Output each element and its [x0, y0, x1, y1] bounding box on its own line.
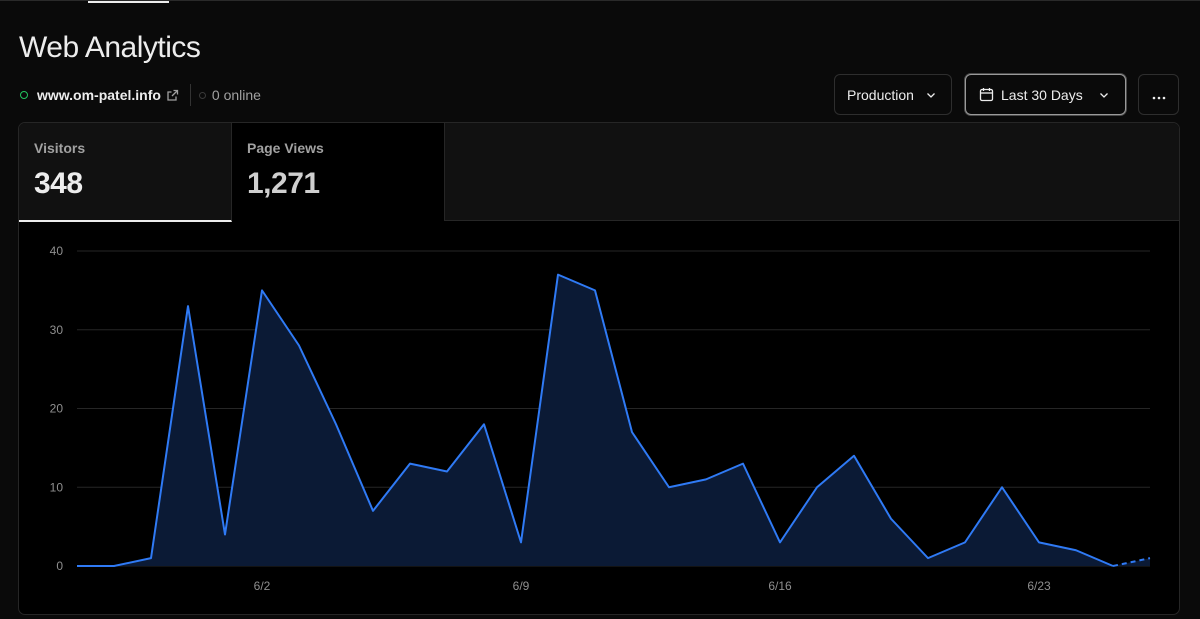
site-status-icon	[20, 91, 28, 99]
chevron-down-icon	[925, 88, 937, 104]
divider	[189, 84, 191, 106]
online-count: 0 online	[211, 87, 261, 103]
environment-select[interactable]: Production	[834, 74, 952, 115]
analytics-panel: Visitors 348 Page Views 1,271 0 10 20 30 40 6…	[18, 122, 1180, 615]
environment-label: Production	[847, 86, 914, 103]
date-range-label: Last 30 Days	[1001, 86, 1083, 103]
calendar-icon	[979, 87, 994, 102]
y-tick-label: 10	[50, 480, 64, 494]
active-nav-tab-indicator	[88, 1, 169, 3]
x-tick-label: 6/2	[254, 579, 271, 593]
x-tick-label: 6/23	[1027, 579, 1051, 593]
x-tick-label: 6/9	[513, 579, 530, 593]
area-fill	[77, 274, 1150, 566]
visitors-chart: 0 10 20 30 40 6/2 6/9 6/16 6/23	[19, 123, 1179, 614]
y-tick-label: 20	[50, 402, 64, 416]
x-tick-label: 6/16	[768, 579, 792, 593]
web-analytics-page: Web Analytics www.om-patel.info 0 online…	[0, 0, 1200, 619]
site-info-row: www.om-patel.info 0 online	[20, 84, 261, 106]
chart-svg: 0 10 20 30 40 6/2 6/9 6/16 6/23	[50, 244, 1151, 593]
site-link[interactable]: www.om-patel.info	[37, 87, 161, 103]
date-range-select[interactable]: Last 30 Days	[965, 74, 1126, 115]
more-options-button[interactable]	[1138, 74, 1179, 115]
more-horizontal-icon	[1152, 87, 1166, 103]
y-tick-label: 40	[50, 244, 64, 258]
chevron-down-icon	[1098, 88, 1110, 104]
external-link-icon[interactable]	[166, 89, 179, 102]
y-tick-label: 0	[56, 559, 63, 573]
y-tick-label: 30	[50, 323, 64, 337]
page-title: Web Analytics	[19, 31, 201, 64]
online-status-icon	[198, 91, 206, 99]
